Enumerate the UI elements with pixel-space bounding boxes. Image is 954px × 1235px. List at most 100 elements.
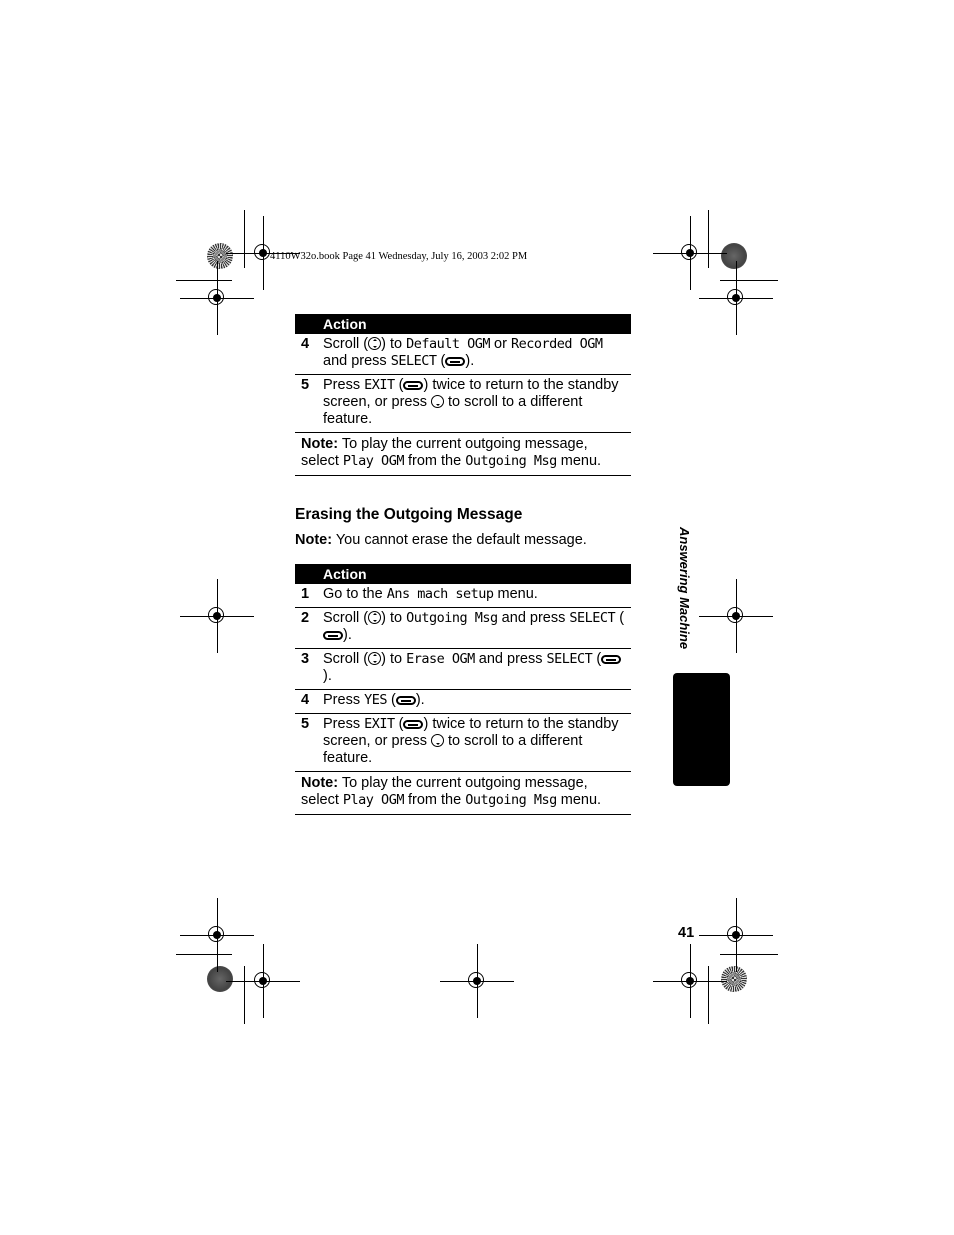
color-target-icon bbox=[721, 966, 747, 992]
crop-mark bbox=[176, 954, 232, 955]
step-text: Go to the Ans mach setup menu. bbox=[323, 586, 631, 603]
page-number: 41 bbox=[678, 925, 695, 941]
text: ). bbox=[343, 627, 352, 643]
text: ) to bbox=[381, 336, 407, 352]
text: Press bbox=[323, 692, 365, 708]
step-text: Press EXIT () twice to return to the sta… bbox=[323, 377, 631, 428]
text: ). bbox=[415, 692, 425, 708]
step-text: Press EXIT () twice to return to the sta… bbox=[323, 716, 631, 767]
color-target-icon bbox=[721, 243, 747, 269]
text: from the bbox=[403, 792, 466, 808]
text: ). bbox=[465, 353, 475, 369]
text: menu. bbox=[556, 792, 602, 808]
soft-key-icon bbox=[403, 381, 424, 390]
soft-key-icon bbox=[403, 720, 424, 729]
color-target-icon bbox=[207, 966, 233, 992]
step-number: 3 bbox=[301, 651, 310, 667]
text: Press bbox=[323, 716, 365, 732]
display-text: SELECT bbox=[390, 353, 437, 369]
table-row: 1 Go to the Ans mach setup menu. bbox=[295, 584, 631, 608]
step-text: Scroll () to Default OGM or Recorded OGM… bbox=[323, 336, 631, 370]
note-text: You cannot erase the default message. bbox=[332, 532, 587, 548]
step-text: Press YES (). bbox=[323, 692, 631, 709]
table-header: Action bbox=[295, 564, 631, 584]
text: Press bbox=[323, 377, 365, 393]
step-text: Scroll () to Erase OGM and press SELECT … bbox=[323, 651, 631, 685]
action-table-2: Action 1 Go to the Ans mach setup menu. 2 S… bbox=[295, 564, 631, 815]
crop-mark bbox=[720, 954, 778, 955]
text: from the bbox=[403, 453, 466, 469]
text: ( bbox=[436, 353, 446, 369]
display-text: Outgoing Msg bbox=[406, 610, 498, 626]
soft-key-icon bbox=[601, 655, 622, 664]
text: ( bbox=[615, 610, 625, 626]
text: ( bbox=[386, 692, 396, 708]
side-tab bbox=[673, 673, 730, 786]
text: ). bbox=[323, 668, 332, 684]
table-row: 5 Press EXIT () twice to return to the st… bbox=[295, 375, 631, 433]
soft-key-icon bbox=[323, 631, 343, 640]
text: Scroll ( bbox=[323, 336, 369, 352]
text: menu. bbox=[556, 453, 602, 469]
table-row: 4 Press YES (). bbox=[295, 690, 631, 714]
text: ) to bbox=[381, 651, 407, 667]
scroll-down-key-icon bbox=[431, 734, 444, 747]
table-row: 3 Scroll ( ) to Erase OGM and press SELECT… bbox=[295, 649, 631, 690]
text: ( bbox=[394, 377, 404, 393]
color-target-icon bbox=[207, 243, 233, 269]
print-header: 4110W32o.book Page 41 Wednesday, July 16… bbox=[270, 251, 528, 262]
soft-key-icon bbox=[445, 357, 466, 366]
soft-key-icon bbox=[395, 696, 416, 705]
section-note: Note: You cannot erase the default messa… bbox=[295, 532, 587, 548]
step-number: 1 bbox=[301, 586, 310, 602]
side-tab-label: Answering Machine bbox=[677, 527, 692, 650]
display-text: EXIT bbox=[364, 716, 395, 732]
text: menu. bbox=[493, 586, 538, 602]
step-number: 4 bbox=[301, 336, 310, 352]
text: Scroll ( bbox=[323, 651, 369, 667]
step-text: Scroll () to Outgoing Msg and press SELE… bbox=[323, 610, 631, 644]
text: Go to the bbox=[323, 586, 387, 602]
display-text: Play OGM bbox=[342, 453, 405, 469]
scroll-key-icon bbox=[368, 337, 382, 350]
step-number: 5 bbox=[301, 377, 310, 393]
text: and press bbox=[497, 610, 570, 626]
display-text: YES bbox=[364, 692, 387, 708]
scroll-key-icon bbox=[368, 611, 382, 624]
note-label: Note: bbox=[301, 436, 339, 452]
display-text: Erase OGM bbox=[406, 651, 475, 667]
crop-mark bbox=[244, 210, 245, 268]
action-table-1: Action 4 Scroll () to Default OGM or Reco… bbox=[295, 314, 631, 476]
crop-mark bbox=[720, 280, 778, 281]
scroll-key-icon bbox=[368, 652, 382, 665]
section-title: Erasing the Outgoing Message bbox=[295, 506, 523, 523]
crop-mark bbox=[244, 966, 245, 1024]
display-text: SELECT bbox=[546, 651, 593, 667]
crop-mark bbox=[176, 280, 232, 281]
text: and press bbox=[323, 353, 391, 369]
table-note: Note: To play the current outgoing messa… bbox=[295, 433, 631, 476]
display-text: Recorded OGM bbox=[510, 336, 603, 352]
display-text: SELECT bbox=[569, 610, 616, 626]
text: ( bbox=[592, 651, 602, 667]
display-text: Outgoing Msg bbox=[465, 453, 557, 469]
scroll-down-key-icon bbox=[431, 395, 444, 408]
note-label: Note: bbox=[295, 532, 333, 548]
text: ) to bbox=[381, 610, 407, 626]
display-text: EXIT bbox=[364, 377, 395, 393]
step-number: 2 bbox=[301, 610, 310, 626]
display-text: Play OGM bbox=[342, 792, 405, 808]
display-text: Ans mach setup bbox=[386, 586, 494, 602]
note-label: Note: bbox=[301, 775, 339, 791]
crop-mark bbox=[708, 210, 709, 268]
text: and press bbox=[474, 651, 547, 667]
display-text: Outgoing Msg bbox=[465, 792, 557, 808]
table-note: Note: To play the current outgoing messa… bbox=[295, 772, 631, 815]
text: or bbox=[490, 336, 511, 352]
step-number: 4 bbox=[301, 692, 310, 708]
crop-mark bbox=[708, 966, 709, 1024]
text: ( bbox=[394, 716, 404, 732]
table-row: 4 Scroll () to Default OGM or Recorded OG… bbox=[295, 334, 631, 375]
step-number: 5 bbox=[301, 716, 310, 732]
table-row: 2 Scroll () to Outgoing Msg and press SEL… bbox=[295, 608, 631, 649]
